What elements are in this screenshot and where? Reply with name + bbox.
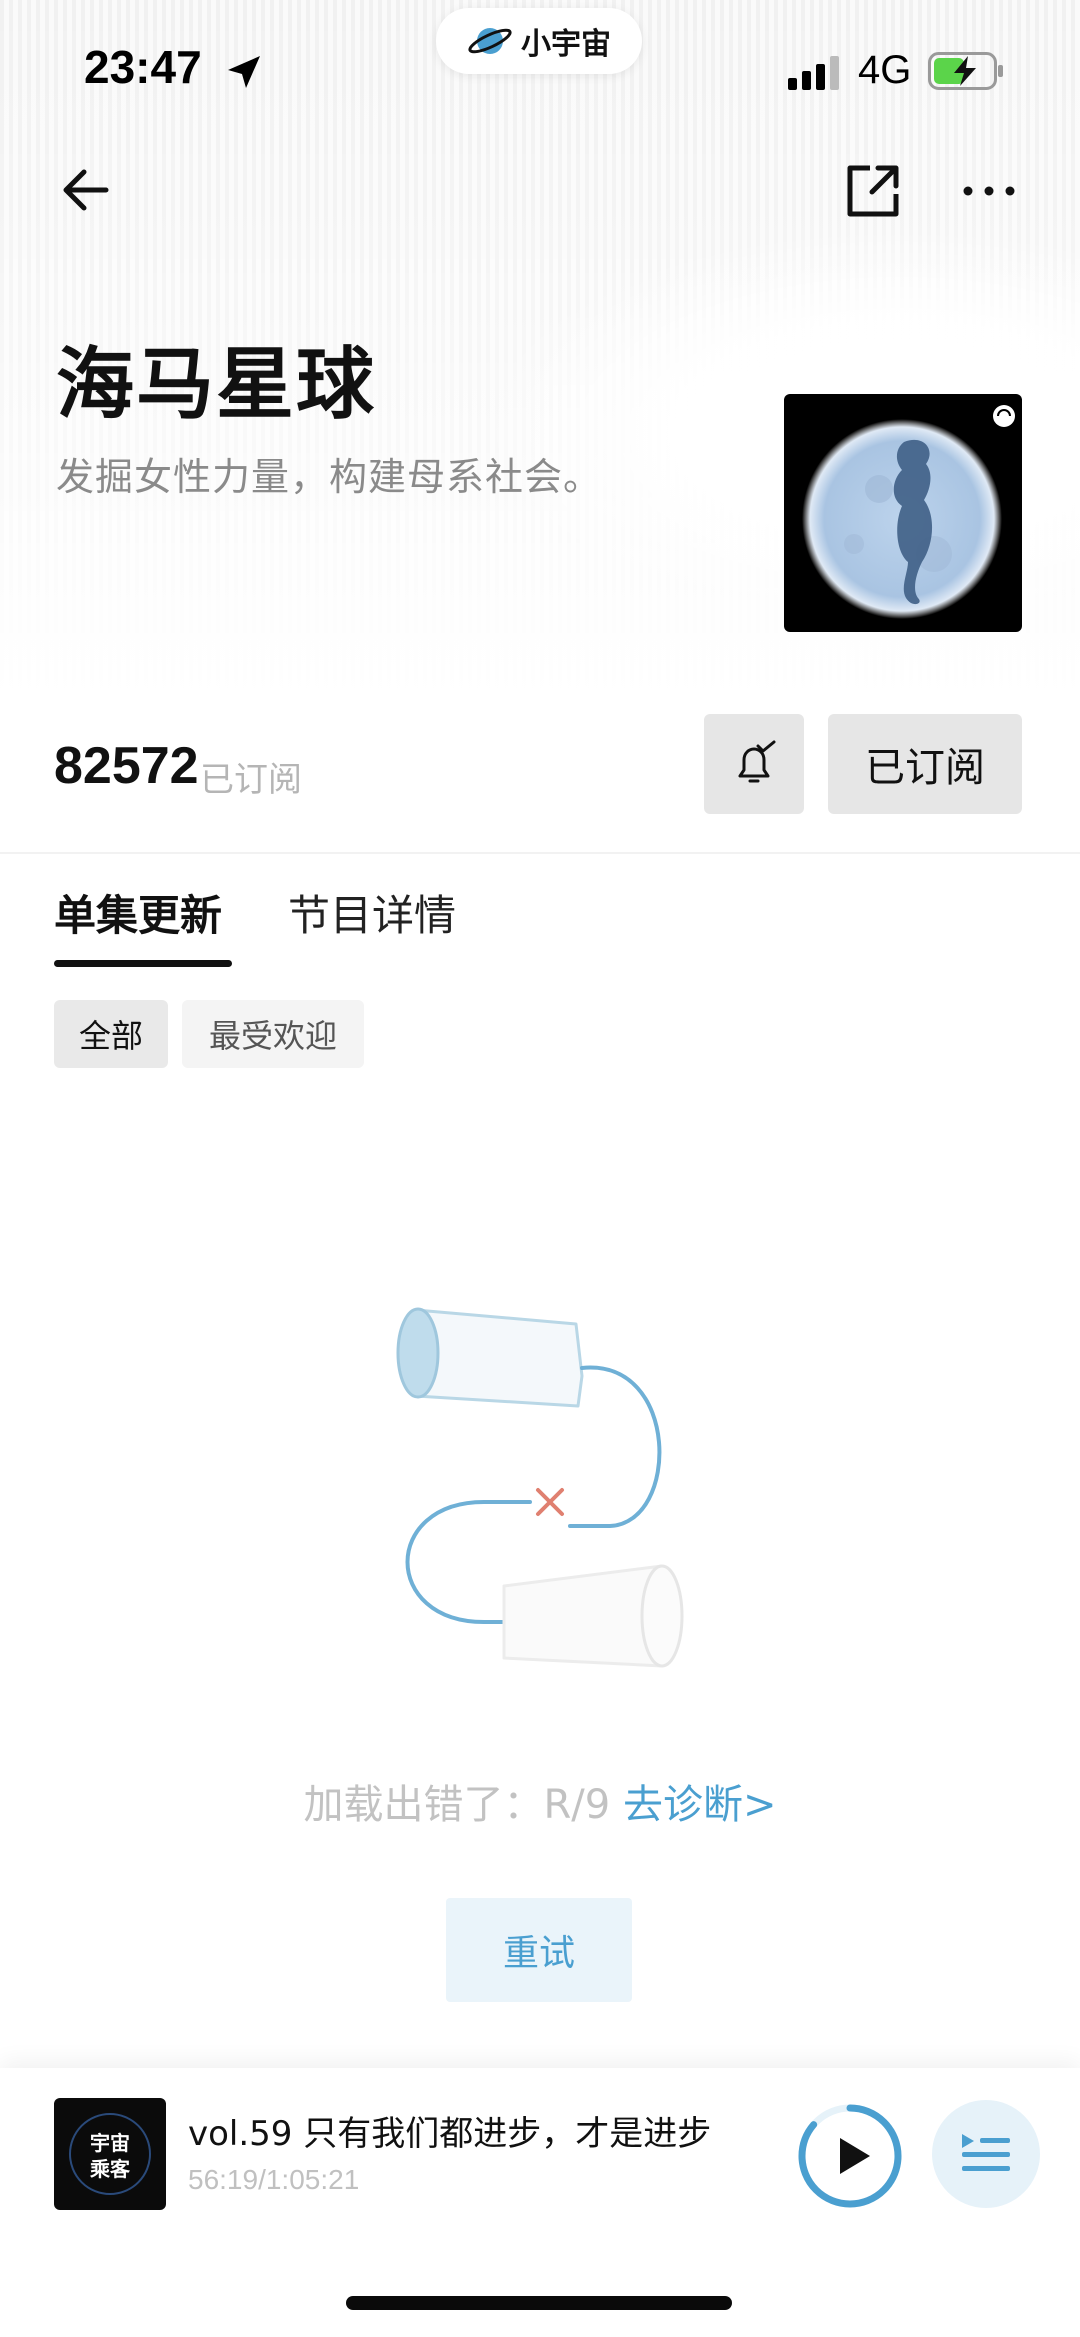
location-arrow-icon: [228, 56, 260, 88]
episode-title[interactable]: vol.59 只有我们都进步，才是进步: [188, 2106, 711, 2155]
retry-button[interactable]: 重试: [446, 1898, 632, 2002]
app-pill-label: 小宇宙: [521, 27, 611, 62]
battery-charging-icon: [928, 52, 1003, 90]
subscriber-label: 已订阅: [200, 760, 302, 800]
status-time: 23:47: [84, 41, 202, 93]
notification-button[interactable]: [704, 714, 804, 814]
player-cover[interactable]: 宇宙 乘客: [54, 2098, 166, 2210]
connection-error-illustration: [396, 1307, 684, 1668]
planet-icon: [468, 28, 512, 54]
arrow-left-icon[interactable]: [58, 160, 118, 220]
tab-episodes[interactable]: 单集更新: [54, 882, 222, 943]
network-type: 4G: [858, 48, 912, 92]
podcast-cover[interactable]: [784, 394, 1022, 632]
podcast-subtitle: 发掘女性力量，构建母系社会。: [56, 455, 603, 499]
section-divider: [0, 852, 1080, 854]
playlist-icon: [962, 2134, 1010, 2171]
app-pill[interactable]: 小宇宙: [436, 8, 642, 74]
diagnose-link[interactable]: 去诊断>: [623, 1782, 777, 1828]
moon-seahorse-artwork: [802, 405, 1015, 619]
playlist-button[interactable]: [932, 2100, 1040, 2208]
bell-check-icon: [738, 740, 776, 783]
tab-details[interactable]: 节目详情: [288, 882, 456, 943]
subscriber-count: 82572: [54, 737, 199, 795]
play-button[interactable]: [796, 2102, 904, 2210]
filter-popular[interactable]: 最受欢迎: [182, 1000, 364, 1068]
cover-line-2: 乘客: [89, 2157, 131, 2181]
cover-line-1: 宇宙: [90, 2131, 130, 2155]
filter-all[interactable]: 全部: [54, 1000, 168, 1068]
episode-progress-time: 56:19/1:05:21: [188, 2164, 360, 2195]
podcast-title: 海马星球: [56, 340, 377, 430]
home-indicator: [346, 2296, 732, 2310]
share-icon[interactable]: [842, 160, 904, 222]
more-icon[interactable]: [958, 160, 1020, 222]
active-tab-indicator: [54, 960, 232, 967]
signal-icon: [788, 56, 839, 90]
error-line: 加载出错了：R/9 去诊断>: [0, 1772, 1080, 1830]
play-icon: [840, 2138, 870, 2174]
episode-cover-art: 宇宙 乘客: [69, 2113, 151, 2195]
subscribe-button[interactable]: 已订阅: [828, 714, 1022, 814]
error-message: 加载出错了：R/9: [303, 1782, 611, 1828]
